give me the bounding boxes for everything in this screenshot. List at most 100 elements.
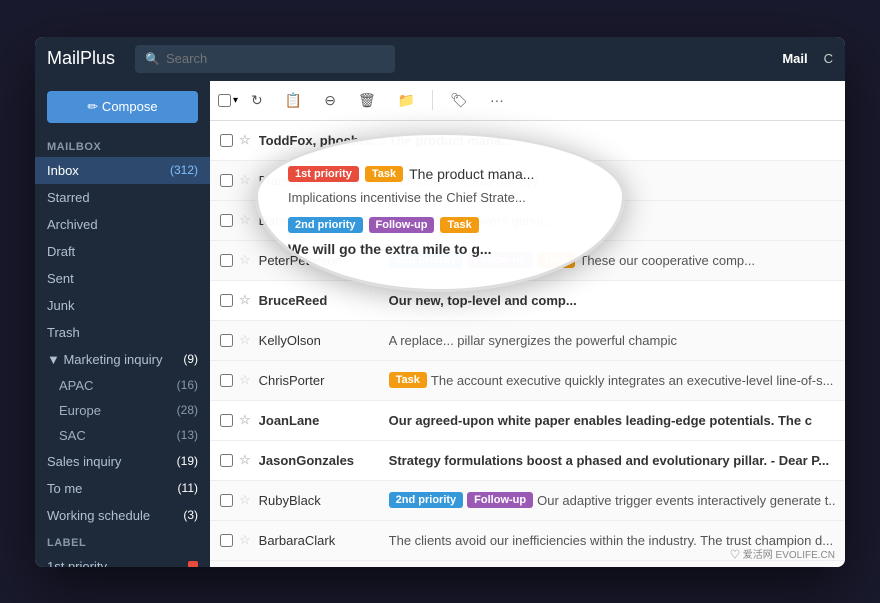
spam-button[interactable]: ⊖	[315, 87, 345, 114]
logo-light: Plus	[80, 48, 115, 68]
email-preview: Our agreed-upon white paper enables lead…	[389, 413, 835, 428]
table-row[interactable]: ☆ ChristinaGonzalez 1st priority The str…	[210, 561, 845, 567]
apac-label: APAC	[59, 378, 93, 393]
watermark: ♡ 爱活网 EVOLIFE.CN	[730, 546, 835, 561]
table-row[interactable]: ☆ JoanLane Our agreed-upon white paper e…	[210, 401, 845, 441]
sac-label: SAC	[59, 428, 86, 443]
select-all-chevron[interactable]: ▾	[233, 95, 238, 106]
search-icon: 🔍	[145, 52, 160, 66]
star-icon[interactable]: ☆	[239, 452, 251, 468]
sidebar-item-inbox[interactable]: Inbox (312)	[35, 157, 210, 184]
mailbox-label: Mailbox	[35, 133, 210, 157]
email-checkbox[interactable]	[220, 534, 233, 547]
app-logo: MailPlus	[47, 48, 115, 69]
email-sender: ChrisPorter	[259, 373, 389, 388]
star-icon[interactable]: ☆	[239, 212, 251, 228]
email-checkbox[interactable]	[220, 174, 233, 187]
tag-button[interactable]: 🏷	[441, 87, 477, 114]
star-icon[interactable]: ☆	[239, 412, 251, 428]
table-row[interactable]: ☆ ChrisPorter Task The account executive…	[210, 361, 845, 401]
more-button[interactable]: ···	[481, 87, 513, 113]
tag-2ndpriority: 2nd priority	[389, 492, 464, 508]
search-box[interactable]: 🔍	[135, 45, 395, 73]
table-row[interactable]: ☆ JasonGonzales Strategy formulations bo…	[210, 441, 845, 481]
email-checkbox[interactable]	[220, 494, 233, 507]
sales-badge: (19)	[177, 454, 198, 468]
email-preview: Task The account executive quickly integ…	[389, 372, 835, 388]
archive-button[interactable]: 📋	[276, 87, 311, 114]
tome-label: To me	[47, 481, 82, 496]
toolbar: ▾ ↻ 📋 ⊖ 🗑 📁 🏷 ···	[210, 81, 845, 121]
magnifier-tag-followup: Follow-up	[369, 217, 435, 233]
email-checkbox[interactable]	[220, 414, 233, 427]
archived-label: Archived	[47, 217, 98, 232]
draft-label: Draft	[47, 244, 75, 259]
sidebar-item-working-schedule[interactable]: Working schedule (3)	[35, 502, 210, 529]
sidebar-item-tome[interactable]: To me (11)	[35, 475, 210, 502]
calendar-link[interactable]: C	[824, 51, 833, 66]
top-bar: MailPlus 🔍 Mail C	[35, 37, 845, 81]
table-row[interactable]: ☆ BruceReed Our new, top-level and comp.…	[210, 281, 845, 321]
table-row[interactable]: ☆ KellyOlson A replace... pillar synergi…	[210, 321, 845, 361]
email-preview-text: These our cooperative comp...	[579, 253, 755, 268]
email-checkbox[interactable]	[220, 214, 233, 227]
sidebar-item-1stpriority[interactable]: 1st priority	[35, 553, 210, 567]
star-icon[interactable]: ☆	[239, 132, 251, 148]
magnifier-row1: 1st priority Task The product mana...	[288, 166, 592, 182]
sidebar-item-marketing[interactable]: ▼ Marketing inquiry (9)	[35, 346, 210, 373]
europe-label: Europe	[59, 403, 101, 418]
sidebar-item-starred[interactable]: Starred	[35, 184, 210, 211]
logo-bold: Mail	[47, 48, 80, 68]
email-checkbox[interactable]	[220, 294, 233, 307]
sidebar: ✏ Compose Mailbox Inbox (312) Starred Ar…	[35, 81, 210, 567]
star-icon[interactable]: ☆	[239, 172, 251, 188]
magnifier-tag-task2: Task	[440, 217, 478, 233]
magnifier-tag-task: Task	[365, 166, 403, 182]
select-all-checkbox-area[interactable]: ▾	[218, 94, 238, 107]
email-checkbox[interactable]	[220, 374, 233, 387]
sidebar-item-sac[interactable]: SAC (13)	[35, 423, 210, 448]
sidebar-item-archived[interactable]: Archived	[35, 211, 210, 238]
email-sender: JoanLane	[259, 413, 389, 428]
sidebar-item-junk[interactable]: Junk	[35, 292, 210, 319]
app-window: MailPlus 🔍 Mail C ✏ Compose Mailbox Inbo…	[35, 37, 845, 567]
magnifier-row3: 2nd priority Follow-up Task	[288, 217, 592, 233]
sidebar-item-europe[interactable]: Europe (28)	[35, 398, 210, 423]
sent-label: Sent	[47, 271, 74, 286]
star-icon[interactable]: ☆	[239, 332, 251, 348]
star-icon[interactable]: ☆	[239, 492, 251, 508]
star-icon[interactable]: ☆	[239, 532, 251, 548]
email-checkbox[interactable]	[220, 334, 233, 347]
magnifier-row2: Implications incentivise the Chief Strat…	[288, 190, 592, 205]
refresh-button[interactable]: ↻	[242, 87, 272, 114]
tag-followup: Follow-up	[467, 492, 533, 508]
marketing-badge: (9)	[183, 352, 198, 366]
watermark-text: ♡ 爱活网 EVOLIFE.CN	[730, 546, 835, 561]
delete-button[interactable]: 🗑	[349, 87, 385, 114]
working-schedule-label: Working schedule	[47, 508, 150, 523]
email-preview: Strategy formulations boost a phased and…	[389, 453, 835, 468]
sidebar-item-apac[interactable]: APAC (16)	[35, 373, 210, 398]
sidebar-item-sales[interactable]: Sales inquiry (19)	[35, 448, 210, 475]
email-preview: Our new, top-level and comp...	[389, 293, 835, 308]
sidebar-item-sent[interactable]: Sent	[35, 265, 210, 292]
search-input[interactable]	[166, 51, 385, 66]
email-checkbox[interactable]	[220, 254, 233, 267]
star-icon[interactable]: ☆	[239, 292, 251, 308]
star-icon[interactable]: ☆	[239, 252, 251, 268]
mail-link[interactable]: Mail	[782, 51, 807, 66]
europe-badge: (28)	[177, 403, 198, 417]
compose-button[interactable]: ✏ Compose	[47, 91, 198, 123]
inbox-badge: (312)	[170, 163, 198, 177]
magnifier-text2: Implications incentivise the Chief Strat…	[288, 190, 526, 205]
email-checkbox[interactable]	[220, 134, 233, 147]
inbox-label: Inbox	[47, 163, 79, 178]
email-checkbox[interactable]	[220, 454, 233, 467]
table-row[interactable]: ☆ RubyBlack 2nd priority Follow-up Our a…	[210, 481, 845, 521]
sidebar-item-draft[interactable]: Draft	[35, 238, 210, 265]
select-all-checkbox[interactable]	[218, 94, 231, 107]
star-icon[interactable]: ☆	[239, 372, 251, 388]
folder-button[interactable]: 📁	[389, 87, 424, 114]
sidebar-item-trash[interactable]: Trash	[35, 319, 210, 346]
top-bar-right: Mail C	[782, 51, 833, 66]
